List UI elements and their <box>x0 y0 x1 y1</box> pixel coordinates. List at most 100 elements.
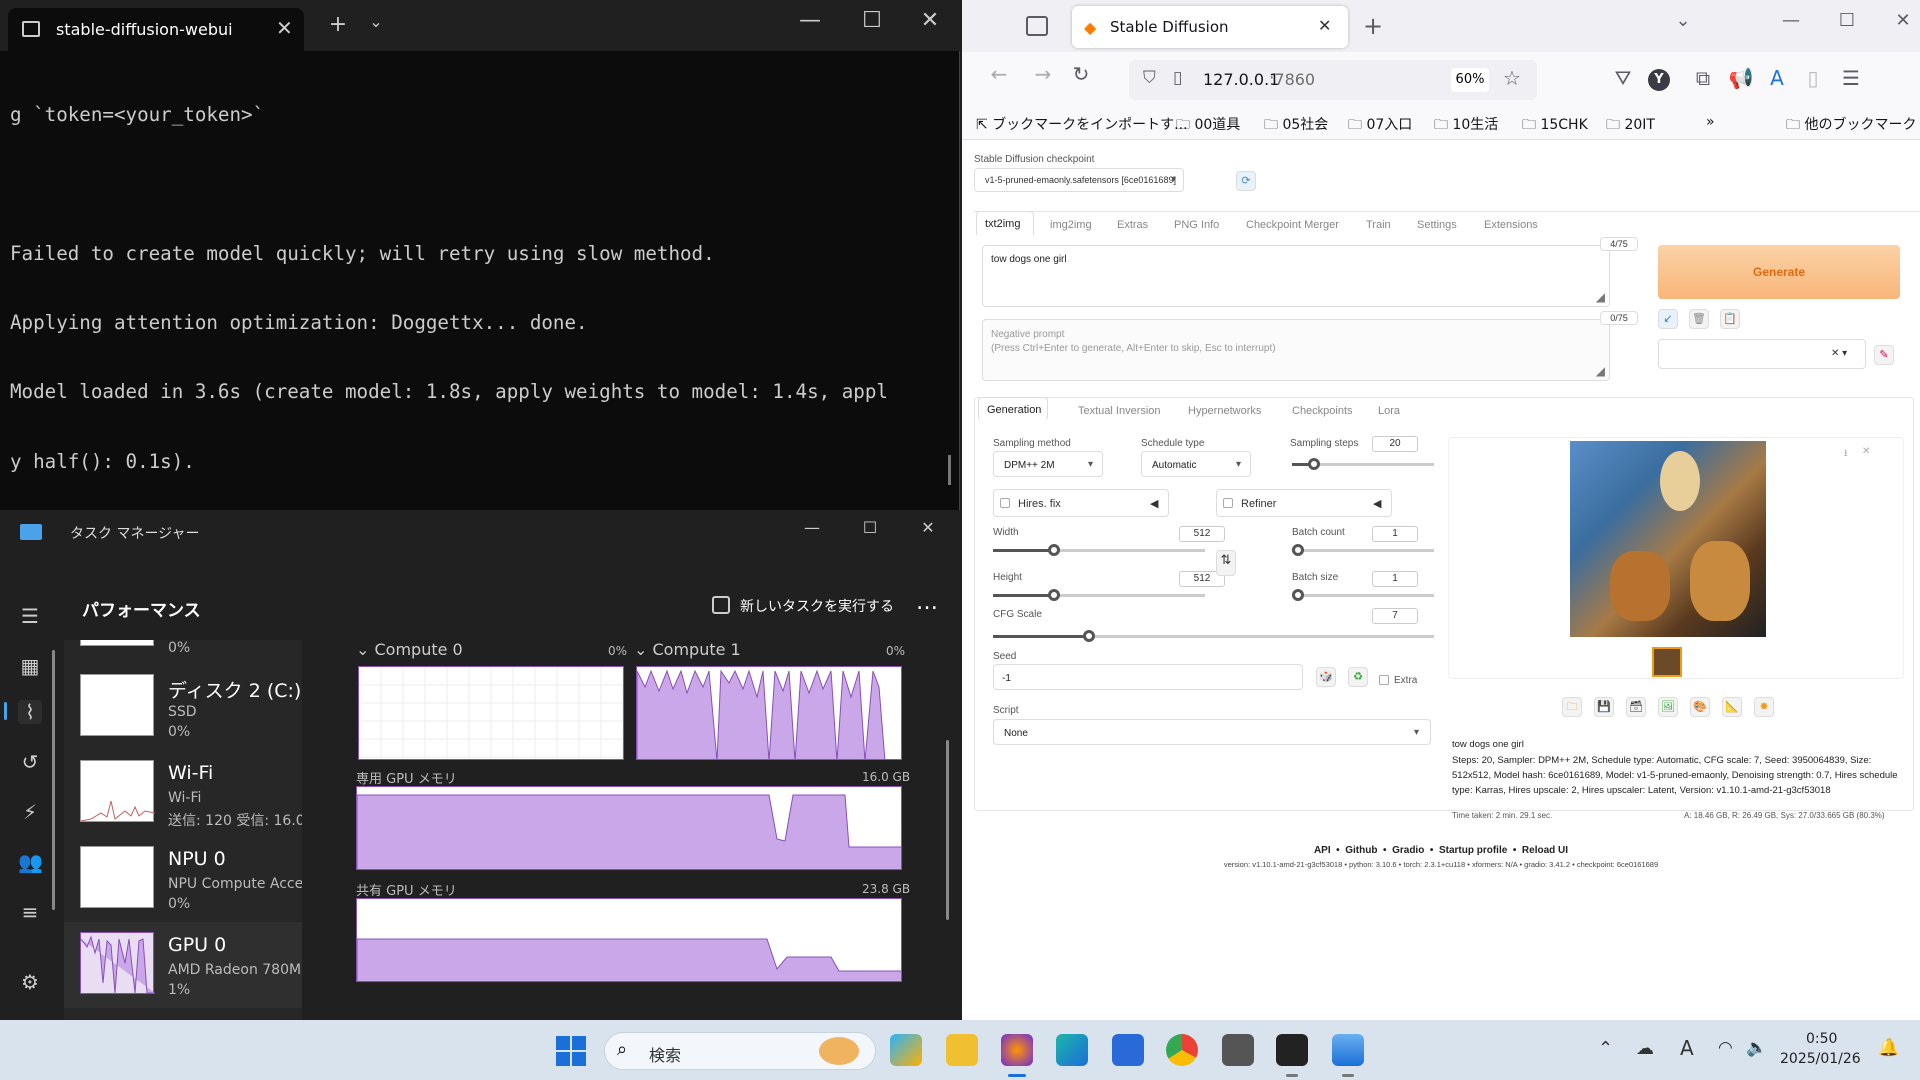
tab-extensions[interactable]: Extensions <box>1484 219 1538 231</box>
graphs-scrollbar[interactable] <box>946 740 949 920</box>
save-icon[interactable]: 💾 <box>1594 697 1614 717</box>
width-input[interactable]: 512 <box>1179 526 1225 542</box>
seed-input[interactable]: -1 <box>993 664 1303 690</box>
resource-item-disk[interactable]: ディスク 2 (C:) SSD 0% <box>64 664 302 750</box>
footer-link-api[interactable]: API <box>1314 845 1331 856</box>
close-button[interactable]: ✕ <box>910 8 950 33</box>
hamburger-menu-icon[interactable]: ☰ <box>18 604 42 628</box>
open-folder-icon[interactable]: 🗀 <box>1562 697 1582 717</box>
start-button[interactable] <box>556 1036 586 1066</box>
sampling-steps-knob[interactable] <box>1308 458 1320 470</box>
terminal-taskbar-icon[interactable] <box>1276 1034 1308 1066</box>
random-seed-icon[interactable]: 🎲 <box>1316 667 1336 687</box>
resource-list[interactable]: 0% ディスク 2 (C:) SSD 0% Wi-Fi Wi-Fi 送信: 12… <box>64 640 302 1020</box>
show-hidden-icons-chevron-icon[interactable]: ⌃ <box>1598 1038 1613 1059</box>
edge-icon[interactable] <box>1056 1034 1088 1066</box>
performance-icon[interactable]: ⌇ <box>18 700 42 724</box>
footer-link-startup[interactable]: Startup profile <box>1439 845 1507 856</box>
width-knob[interactable] <box>1048 544 1060 556</box>
refiner-accordion[interactable]: Refiner ◀ <box>1216 489 1392 517</box>
notification-bell-icon[interactable]: 🔔 <box>1878 1038 1899 1058</box>
file-explorer-icon[interactable] <box>946 1034 978 1066</box>
compute1-label[interactable]: ⌄ Compute 1 <box>634 640 741 659</box>
terminal-scrollbar[interactable] <box>948 455 951 485</box>
swap-dimensions-icon[interactable]: ⇅ <box>1216 550 1236 576</box>
tab-dropdown-icon[interactable]: ⌄ <box>356 12 396 31</box>
resize-grip-icon[interactable]: ◢ <box>1596 290 1605 304</box>
browser-tab-stable-diffusion[interactable]: ◆ Stable Diffusion ✕ <box>1072 6 1348 48</box>
sparkle-icon[interactable]: ✸ <box>1754 697 1774 717</box>
list-scrollbar[interactable] <box>52 650 55 910</box>
image-thumbnail[interactable] <box>1652 647 1682 677</box>
footer-link-reload[interactable]: Reload UI <box>1522 845 1568 856</box>
phone-icon[interactable]: ▯ <box>1798 66 1828 90</box>
close-button[interactable]: ✕ <box>908 518 948 537</box>
hires-checkbox[interactable] <box>1000 498 1010 508</box>
bookmark-folder[interactable]: 🗀 07入口 <box>1348 114 1412 138</box>
other-bookmarks[interactable]: 🗀 他のブックマーク <box>1786 114 1916 138</box>
subtab-textual-inversion[interactable]: Textual Inversion <box>1078 405 1161 417</box>
close-tab-icon[interactable]: ✕ <box>1318 16 1331 35</box>
settings-gear-icon[interactable]: ⚙ <box>18 970 42 994</box>
edit-styles-icon[interactable]: ✎ <box>1874 345 1894 365</box>
read-params-icon[interactable]: ↙ <box>1658 309 1678 329</box>
batch-count-input[interactable]: 1 <box>1372 526 1418 542</box>
onedrive-cloud-icon[interactable]: ☁ <box>1636 1038 1654 1059</box>
new-tab-button[interactable]: + <box>1358 12 1388 40</box>
resource-item-npu[interactable]: NPU 0 NPU Compute Acce 0% <box>64 836 302 922</box>
bookmark-folder[interactable]: 🗀 20IT <box>1606 114 1655 138</box>
yomu-extension-icon[interactable]: Y <box>1648 69 1670 91</box>
sampling-steps-input[interactable]: 20 <box>1372 436 1418 452</box>
batch-size-input[interactable]: 1 <box>1372 571 1418 587</box>
tab-overview-icon[interactable] <box>1026 16 1048 36</box>
bookmark-import[interactable]: ⇱ ブックマークをインポートす... <box>976 114 1188 134</box>
zoom-level[interactable]: 60% <box>1451 68 1489 92</box>
sampling-method-dropdown[interactable]: DPM++ 2M ▾ <box>993 451 1103 477</box>
shield-icon[interactable]: ⛉ <box>1143 68 1156 88</box>
clear-icon[interactable]: ✕ ▾ <box>1831 348 1847 359</box>
minimize-button[interactable]: — <box>1776 10 1806 31</box>
clipboard-icon[interactable]: 📋 <box>1720 309 1740 329</box>
negative-prompt-textarea[interactable]: Negative prompt (Press Ctrl+Enter to gen… <box>982 319 1610 381</box>
resource-item-wifi[interactable]: Wi-Fi Wi-Fi 送信: 120 受信: 16.0 <box>64 750 302 836</box>
task-manager-taskbar-icon[interactable] <box>1332 1034 1364 1066</box>
batch-count-knob[interactable] <box>1292 544 1304 556</box>
send-extras-icon[interactable]: 📐 <box>1722 697 1742 717</box>
details-icon[interactable]: ≡ <box>18 900 42 924</box>
reload-icon[interactable]: ↻ <box>1066 62 1096 86</box>
terminal-tab[interactable]: stable-diffusion-webui ✕ <box>8 8 304 51</box>
ime-indicator[interactable]: A <box>1680 1036 1694 1060</box>
wifi-icon[interactable]: ◠ <box>1718 1038 1733 1058</box>
resize-grip-icon[interactable]: ◢ <box>1596 364 1605 378</box>
subtab-lora[interactable]: Lora <box>1378 405 1400 417</box>
hires-fix-accordion[interactable]: Hires. fix ◀ <box>993 489 1169 517</box>
footer-link-github[interactable]: Github <box>1345 845 1377 856</box>
schedule-type-dropdown[interactable]: Automatic ▾ <box>1141 451 1251 477</box>
maximize-button[interactable]: ☐ <box>850 518 890 537</box>
tab-txt2img[interactable]: txt2img <box>976 211 1034 235</box>
tab-extras[interactable]: Extras <box>1117 219 1148 231</box>
batch-count-slider[interactable] <box>1292 549 1434 552</box>
reuse-seed-icon[interactable]: ♻ <box>1348 667 1368 687</box>
list-tabs-icon[interactable]: ⌄ <box>1668 10 1698 31</box>
subtab-hypernetworks[interactable]: Hypernetworks <box>1188 405 1261 417</box>
send-img2img-icon[interactable]: 🖼 <box>1658 697 1678 717</box>
app-menu-icon[interactable]: ☰ <box>1836 66 1866 90</box>
subtab-checkpoints[interactable]: Checkpoints <box>1292 405 1353 417</box>
page-icon[interactable]: ▯ <box>1173 68 1182 88</box>
tab-png-info[interactable]: PNG Info <box>1174 219 1219 231</box>
minimize-button[interactable]: — <box>790 8 830 33</box>
forward-icon[interactable]: → <box>1028 62 1058 86</box>
app-history-icon[interactable]: ↺ <box>18 750 42 774</box>
extensions-icon[interactable]: ⧉ <box>1688 66 1718 90</box>
new-tab-button[interactable]: + <box>318 12 358 37</box>
batch-size-knob[interactable] <box>1292 589 1304 601</box>
bookmark-folder[interactable]: 🗀 10生活 <box>1434 114 1498 138</box>
send-inpaint-icon[interactable]: 🎨 <box>1690 697 1710 717</box>
taskbar-search[interactable]: ⌕ 検索 <box>604 1032 876 1070</box>
zip-icon[interactable]: 🗃 <box>1626 697 1646 717</box>
volume-icon[interactable]: 🔈 <box>1746 1038 1767 1058</box>
address-bar[interactable]: ⛉ ▯ 127.0.0.1 :7860 60% ☆ <box>1129 60 1537 100</box>
notepad-icon[interactable] <box>1222 1034 1254 1066</box>
tab-img2img[interactable]: img2img <box>1050 219 1092 231</box>
